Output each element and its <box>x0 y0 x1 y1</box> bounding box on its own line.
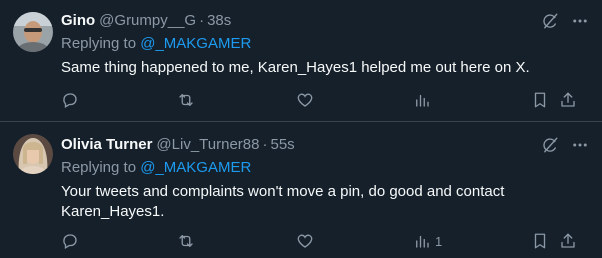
views-button[interactable]: 1 <box>413 231 442 251</box>
retweet-button[interactable] <box>177 90 195 110</box>
retweet-icon <box>179 94 193 106</box>
grok-icon[interactable] <box>540 11 560 31</box>
share-button[interactable] <box>559 231 577 251</box>
avatar[interactable] <box>13 12 53 52</box>
tweet-actions: 1 <box>61 231 589 251</box>
tweet[interactable]: Gino @Grumpy__G · 38s Replying to @_MAKG… <box>0 0 602 122</box>
tweet-actions <box>61 90 589 110</box>
tweet[interactable]: Olivia Turner @Liv_Turner88 · 55s Replyi… <box>0 122 602 258</box>
like-icon <box>297 93 313 107</box>
tweet-text: Same thing happened to me, Karen_Hayes1 … <box>61 59 530 76</box>
like-button[interactable] <box>296 231 314 251</box>
retweet-icon <box>179 235 193 247</box>
like-button[interactable] <box>296 90 314 110</box>
views-button[interactable] <box>413 90 435 110</box>
avatar[interactable] <box>13 134 53 174</box>
separator-dot: · <box>262 136 268 153</box>
author-handle[interactable]: @Liv_Turner88 <box>156 135 259 155</box>
author-name[interactable]: Olivia Turner <box>61 135 152 155</box>
share-icon <box>561 92 575 107</box>
tweet-text: Your tweets and complaints won't move a … <box>61 183 505 220</box>
retweet-button[interactable] <box>177 231 195 251</box>
reply-icon <box>63 234 77 249</box>
timestamp[interactable]: 38s <box>207 11 231 31</box>
author-handle[interactable]: @Grumpy__G <box>99 11 196 31</box>
grok-icon[interactable] <box>540 135 560 155</box>
more-icon[interactable] <box>570 11 590 31</box>
reply-icon <box>63 93 77 108</box>
tweet-content: Olivia Turner @Liv_Turner88 · 55s Replyi… <box>61 135 590 222</box>
share-button[interactable] <box>559 90 577 110</box>
timestamp[interactable]: 55s <box>270 135 294 155</box>
author-name[interactable]: Gino <box>61 11 95 31</box>
replying-prefix: Replying to <box>61 159 141 176</box>
replying-prefix: Replying to <box>61 35 141 52</box>
bookmark-icon <box>534 92 546 108</box>
tweet-header: Gino @Grumpy__G · 38s <box>61 11 590 31</box>
share-icon <box>561 233 575 248</box>
like-icon <box>297 234 313 248</box>
reply-button[interactable] <box>61 90 79 110</box>
replying-to: Replying to @_MAKGAMER <box>61 34 590 54</box>
separator-dot: · <box>199 12 205 29</box>
bookmark-icon <box>534 233 546 249</box>
bookmark-button[interactable] <box>531 231 549 251</box>
reply-feed: Gino @Grumpy__G · 38s Replying to @_MAKG… <box>0 0 602 258</box>
bookmark-button[interactable] <box>531 90 549 110</box>
views-icon <box>416 235 429 248</box>
tweet-header: Olivia Turner @Liv_Turner88 · 55s <box>61 135 590 155</box>
views-count: 1 <box>435 233 443 249</box>
tweet-top-actions <box>540 11 590 31</box>
tweet-content: Gino @Grumpy__G · 38s Replying to @_MAKG… <box>61 11 590 78</box>
replying-to: Replying to @_MAKGAMER <box>61 158 590 178</box>
views-icon <box>416 94 429 107</box>
more-icon[interactable] <box>570 135 590 155</box>
mention-link[interactable]: @_MAKGAMER <box>140 35 251 52</box>
mention-link[interactable]: @_MAKGAMER <box>140 159 251 176</box>
reply-button[interactable] <box>61 231 79 251</box>
tweet-top-actions <box>540 135 590 155</box>
